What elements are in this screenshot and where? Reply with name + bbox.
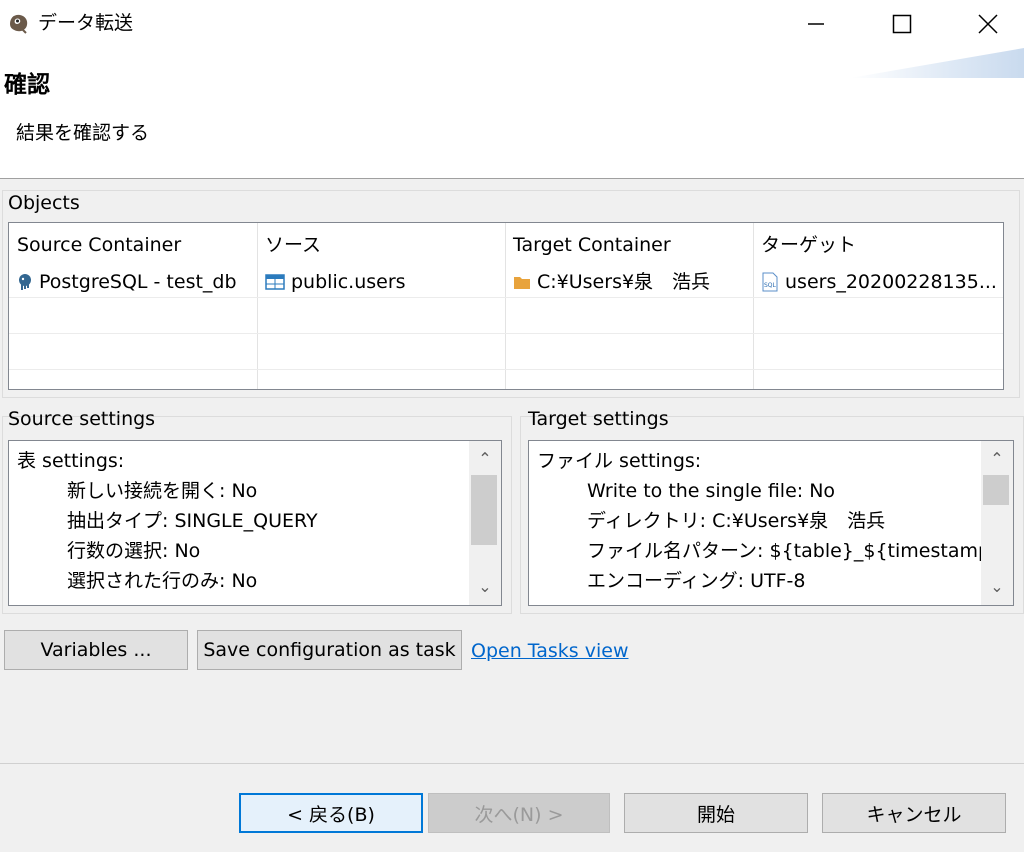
minimize-icon xyxy=(808,23,824,25)
header-banner xyxy=(850,48,1024,78)
target-settings-label: Target settings xyxy=(528,408,669,430)
column-header[interactable]: ソース xyxy=(265,233,321,257)
scroll-up-icon[interactable]: ⌃ xyxy=(475,449,495,469)
open-tasks-view-link[interactable]: Open Tasks view xyxy=(471,638,628,664)
row-divider xyxy=(9,333,1003,334)
save-configuration-button[interactable]: Save configuration as task xyxy=(197,630,462,670)
target-settings-heading: ファイル settings: xyxy=(537,450,702,472)
column-header[interactable]: ターゲット xyxy=(761,233,856,257)
source-setting-line: 抽出タイプ: SINGLE_QUERY xyxy=(67,510,318,532)
target-settings-panel[interactable]: ファイル settings: Write to the single file:… xyxy=(528,440,1014,606)
target-setting-line: ファイル名パターン: ${table}_${timestamp} xyxy=(587,540,1003,562)
cancel-button[interactable]: キャンセル xyxy=(822,793,1006,833)
target-setting-line: Write to the single file: No xyxy=(587,480,836,502)
source-setting-line: 新しい接続を開く: No xyxy=(67,480,258,502)
table-column-source-container: Source Container PostgreSQL - test_db xyxy=(9,223,258,389)
source-setting-line: 選択された行のみ: No xyxy=(67,570,258,592)
column-header[interactable]: Source Container xyxy=(17,233,181,257)
wizard-header: 確認 結果を確認する xyxy=(0,48,1024,179)
row-divider xyxy=(9,369,1003,370)
close-button[interactable] xyxy=(958,0,1018,48)
table-column-source: ソース public.users xyxy=(257,223,506,389)
target-settings-scrollbar[interactable]: ⌃ ⌄ xyxy=(981,441,1013,605)
scroll-thumb[interactable] xyxy=(983,475,1009,505)
source-settings-label: Source settings xyxy=(8,408,156,430)
scroll-up-icon[interactable]: ⌃ xyxy=(987,449,1007,469)
start-button[interactable]: 開始 xyxy=(624,793,808,833)
scroll-down-icon[interactable]: ⌄ xyxy=(475,577,495,597)
row-divider xyxy=(9,297,1003,298)
column-header[interactable]: Target Container xyxy=(513,233,671,257)
postgresql-icon xyxy=(19,274,31,290)
title-bar xyxy=(0,0,1024,48)
source-settings-heading: 表 settings: xyxy=(17,450,125,472)
maximize-icon xyxy=(892,14,912,34)
source-container-text: PostgreSQL - test_db xyxy=(39,271,237,293)
window-title: データ転送 xyxy=(38,12,134,34)
table-cell[interactable]: PostgreSQL - test_db xyxy=(17,270,253,294)
table-cell[interactable]: C:¥Users¥泉 浩兵 xyxy=(513,270,749,294)
folder-icon xyxy=(514,277,530,289)
target-text: users_20200228135... xyxy=(785,271,997,293)
target-setting-line: エンコーディング: UTF-8 xyxy=(587,570,806,592)
target-setting-line: ディレクトリ: C:¥Users¥泉 浩兵 xyxy=(587,510,886,532)
source-settings-panel[interactable]: 表 settings: 新しい接続を開く: No 抽出タイプ: SINGLE_Q… xyxy=(8,440,502,606)
svg-text:SQL: SQL xyxy=(764,282,777,289)
source-settings-scrollbar[interactable]: ⌃ ⌄ xyxy=(469,441,501,605)
objects-table[interactable]: Source Container PostgreSQL - test_db ソー… xyxy=(8,222,1004,390)
table-icon xyxy=(265,274,285,290)
minimize-button[interactable] xyxy=(786,0,846,48)
variables-button[interactable]: Variables ... xyxy=(4,630,188,670)
footer-separator xyxy=(0,763,1024,764)
source-setting-line: 行数の選択: No xyxy=(67,540,201,562)
table-column-target: ターゲット SQL users_20200228135... xyxy=(753,223,1003,389)
sql-file-icon: SQL xyxy=(762,272,778,292)
maximize-button[interactable] xyxy=(872,0,932,48)
scroll-down-icon[interactable]: ⌄ xyxy=(987,577,1007,597)
close-icon xyxy=(978,14,998,34)
target-container-text: C:¥Users¥泉 浩兵 xyxy=(537,271,711,293)
objects-label: Objects xyxy=(8,192,80,214)
table-column-target-container: Target Container C:¥Users¥泉 浩兵 xyxy=(505,223,754,389)
dbeaver-app-icon xyxy=(6,10,32,36)
table-cell[interactable]: SQL users_20200228135... xyxy=(761,270,1001,294)
source-text: public.users xyxy=(291,271,406,293)
next-button[interactable]: 次へ(N) > xyxy=(428,793,610,833)
page-subtitle: 結果を確認する xyxy=(16,122,150,144)
table-cell[interactable]: public.users xyxy=(265,270,501,294)
scroll-thumb[interactable] xyxy=(471,475,497,545)
back-button[interactable]: < 戻る(B) xyxy=(239,793,423,833)
page-title: 確認 xyxy=(4,72,50,98)
